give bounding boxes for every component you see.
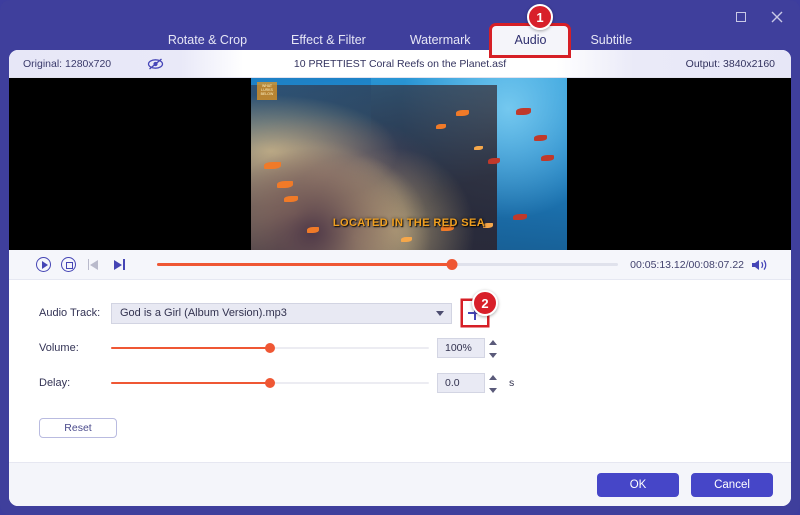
fish [534, 135, 547, 141]
delay-value: 0.0 [445, 377, 460, 389]
video-subtitle-text: LOCATED IN THE RED SEA [332, 217, 486, 229]
timecode-label: 00:05:13.12/00:08:07.22 [630, 258, 744, 271]
stepper-up-icon[interactable] [488, 375, 497, 380]
stepper-down-icon[interactable] [488, 388, 497, 393]
volume-row: Volume: 100% [9, 333, 791, 363]
fish [488, 158, 500, 164]
fish [456, 110, 469, 116]
delay-slider[interactable] [111, 376, 429, 390]
fish [277, 181, 293, 188]
tab-audio[interactable]: Audio [492, 26, 569, 55]
output-resolution-label: Output: 3840x2160 [685, 57, 775, 70]
fish [436, 124, 446, 129]
delay-label: Delay: [39, 377, 71, 389]
volume-value: 100% [445, 342, 472, 354]
volume-value-field[interactable]: 100% [437, 338, 497, 358]
delay-row: Delay: 0.0 s [9, 368, 791, 398]
dialog-footer: OK Cancel [9, 462, 791, 506]
audio-settings-form: Audio Track: God is a Girl (Album Versio… [9, 280, 791, 462]
audio-track-label: Audio Track: [39, 307, 101, 319]
delay-value-field[interactable]: 0.0 [437, 373, 497, 393]
cancel-button[interactable]: Cancel [691, 472, 773, 497]
coral-reef-shadow [251, 133, 425, 250]
seek-handle[interactable] [446, 259, 458, 270]
previous-frame-icon[interactable] [85, 256, 102, 273]
volume-fill [111, 346, 270, 350]
volume-label: Volume: [39, 342, 79, 354]
next-frame-icon[interactable] [110, 256, 127, 273]
fish [401, 237, 412, 242]
reset-button[interactable]: Reset [39, 418, 117, 438]
window-controls [730, 6, 788, 28]
fish [264, 162, 281, 169]
delay-stepper[interactable] [486, 375, 499, 393]
audio-track-select[interactable]: God is a Girl (Album Version).mp3 [111, 302, 452, 324]
main-panel: Original: 1280x720 10 PRETTIEST Coral Re… [9, 50, 791, 506]
playback-buttons [35, 256, 127, 273]
fish [541, 155, 554, 161]
audio-track-row: Audio Track: God is a Girl (Album Versio… [9, 298, 791, 328]
delay-fill [111, 381, 270, 385]
editor-window: Rotate & Crop Effect & Filter Watermark … [0, 0, 800, 515]
volume-icon[interactable] [751, 258, 769, 272]
audio-track-value: God is a Girl (Album Version).mp3 [120, 307, 287, 319]
file-name-label: 10 PRETTIEST Coral Reefs on the Planet.a… [293, 57, 507, 70]
stepper-up-icon[interactable] [488, 340, 497, 345]
fish [516, 108, 531, 115]
stop-icon[interactable] [60, 256, 77, 273]
play-icon[interactable] [35, 256, 52, 273]
close-icon[interactable] [766, 6, 788, 28]
ok-button[interactable]: OK [597, 472, 679, 497]
player-bar: 00:05:13.12/00:08:07.22 [9, 250, 791, 280]
stepper-down-icon[interactable] [488, 353, 497, 358]
delay-unit-label: s [509, 377, 515, 389]
step-badge-1: 1 [527, 4, 553, 30]
info-strip: Original: 1280x720 10 PRETTIEST Coral Re… [9, 50, 791, 78]
chevron-down-icon[interactable] [436, 311, 444, 316]
volume-stepper[interactable] [486, 340, 499, 358]
video-watermark: WHAT LURKS BELOW [257, 82, 277, 100]
video-frame[interactable]: WHAT LURKS BELOW LOCATED IN THE RED SEA [251, 78, 567, 250]
volume-handle[interactable] [265, 343, 275, 353]
title-bar: Rotate & Crop Effect & Filter Watermark … [0, 0, 800, 55]
fish [474, 146, 483, 150]
step-badge-2: 2 [472, 290, 498, 316]
seek-fill [157, 263, 453, 266]
fish [284, 196, 298, 202]
delay-handle[interactable] [265, 378, 275, 388]
maximize-icon[interactable] [730, 6, 752, 28]
volume-slider[interactable] [111, 341, 429, 355]
seek-slider[interactable] [157, 258, 619, 272]
video-preview-area: WHAT LURKS BELOW LOCATED IN THE RED SEA [9, 78, 791, 250]
